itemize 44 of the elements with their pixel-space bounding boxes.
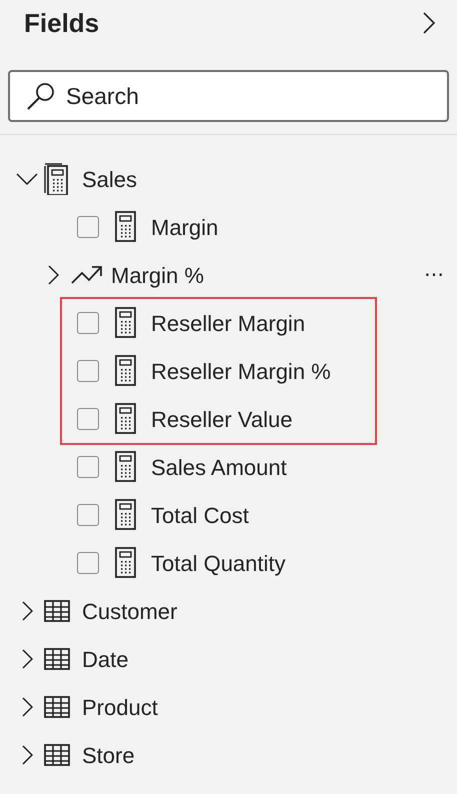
checkbox[interactable] (77, 504, 99, 526)
field-name[interactable]: Reseller Margin (151, 306, 306, 340)
chevron-right-icon[interactable] (22, 697, 32, 717)
chevron-right-icon[interactable] (48, 265, 59, 285)
calculator-icon (115, 499, 137, 531)
checkbox[interactable] (77, 456, 99, 478)
chevron-down-icon[interactable] (16, 173, 38, 185)
calculator-icon (115, 451, 137, 483)
field-name[interactable]: Sales (82, 162, 138, 196)
field-name[interactable]: Reseller Value (151, 402, 292, 436)
checkbox[interactable] (77, 360, 99, 382)
checkbox[interactable] (77, 408, 99, 430)
calculator-stack-icon (44, 163, 70, 195)
calculator-icon (115, 355, 137, 387)
field-name[interactable]: Customer (82, 594, 178, 628)
search-field[interactable]: Search (8, 70, 449, 122)
field-name[interactable]: Margin (151, 210, 218, 244)
field-name[interactable]: Date (82, 642, 128, 676)
calculator-icon (115, 307, 137, 339)
panel-title: Fields (24, 6, 100, 40)
chevron-right-icon[interactable] (22, 601, 32, 621)
chevron-right-icon[interactable] (22, 745, 32, 765)
field-name[interactable]: Reseller Margin % (151, 354, 331, 388)
trend-icon (71, 265, 103, 285)
table-icon (44, 600, 70, 622)
field-name[interactable]: Sales Amount (151, 450, 287, 484)
calculator-icon (115, 211, 137, 243)
checkbox[interactable] (77, 312, 99, 334)
checkbox[interactable] (77, 552, 99, 574)
field-name[interactable]: Total Cost (151, 498, 249, 532)
chevron-right-icon[interactable] (22, 649, 32, 669)
field-name[interactable]: Total Quantity (151, 546, 286, 580)
field-name[interactable]: Margin % (111, 258, 204, 292)
table-icon (44, 648, 70, 670)
calculator-icon (115, 403, 137, 435)
calculator-icon (115, 547, 137, 579)
chevron-right-icon[interactable] (423, 12, 435, 34)
table-icon (44, 696, 70, 718)
checkbox[interactable] (77, 216, 99, 238)
table-icon (44, 744, 70, 766)
more-options-button[interactable]: ⋯ (424, 260, 445, 290)
search-icon (26, 82, 56, 110)
field-name[interactable]: Store (82, 738, 135, 772)
field-name[interactable]: Product (82, 690, 158, 724)
